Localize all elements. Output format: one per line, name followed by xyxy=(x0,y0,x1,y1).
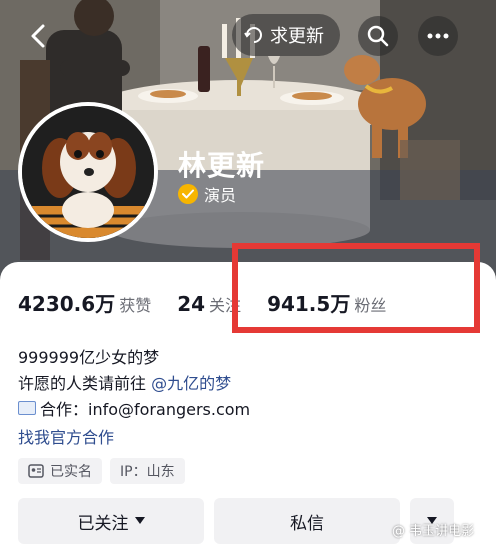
message-button[interactable]: 私信 xyxy=(214,498,400,544)
bio-line-3: 合作：info@forangers.com xyxy=(18,396,250,420)
search-button[interactable] xyxy=(358,16,398,56)
role-row: 演员 xyxy=(178,182,236,206)
more-horizontal-icon xyxy=(427,33,449,39)
watermark: @ 韦玉讲电影 xyxy=(392,520,474,539)
likes-count: 4230.6万 xyxy=(18,292,116,316)
profile-name: 林更新 xyxy=(178,149,266,182)
action-buttons: 已关注 私信 xyxy=(18,498,454,544)
mention-link[interactable]: @九亿的梦 xyxy=(151,374,231,393)
request-update-button[interactable]: 求更新 xyxy=(232,14,340,56)
highlight-box xyxy=(232,243,480,333)
request-update-label: 求更新 xyxy=(270,26,324,47)
more-button[interactable] xyxy=(418,16,458,56)
bio-line-1: 999999亿少女的梦 xyxy=(18,348,160,367)
verified-badge-icon xyxy=(178,184,198,204)
verified-tag-label: 已实名 xyxy=(50,464,92,480)
bio-line-2: 许愿的人类请前往 @九亿的梦 xyxy=(18,370,231,394)
search-icon xyxy=(367,25,389,47)
verified-tag[interactable]: 已实名 xyxy=(18,458,102,484)
following-count[interactable]: 24 xyxy=(177,292,205,316)
avatar-image xyxy=(22,106,154,238)
refresh-hint-icon xyxy=(244,27,262,43)
mail-icon xyxy=(18,401,36,415)
likes-label: 获赞 xyxy=(119,296,152,315)
chevron-left-icon xyxy=(31,24,45,48)
caret-down-icon xyxy=(134,517,145,524)
ip-tag-label: IP：山东 xyxy=(120,464,175,480)
followed-button-label: 已关注 xyxy=(77,513,129,534)
id-card-icon xyxy=(28,464,44,478)
bio-line-2-text: 许愿的人类请前往 xyxy=(18,374,152,393)
bio-line-3-text: 合作：info@forangers.com xyxy=(40,400,251,419)
official-cooperation-link[interactable]: 找我官方合作 xyxy=(18,424,114,448)
watermark-text: @ 韦玉讲电影 xyxy=(392,524,475,539)
tags-row: 已实名 IP：山东 xyxy=(18,458,185,484)
ip-tag: IP：山东 xyxy=(110,458,185,484)
avatar[interactable] xyxy=(18,102,158,242)
back-button[interactable] xyxy=(18,16,58,56)
followed-button[interactable]: 已关注 xyxy=(18,498,204,544)
role-label: 演员 xyxy=(204,186,237,205)
message-button-label: 私信 xyxy=(290,513,324,534)
